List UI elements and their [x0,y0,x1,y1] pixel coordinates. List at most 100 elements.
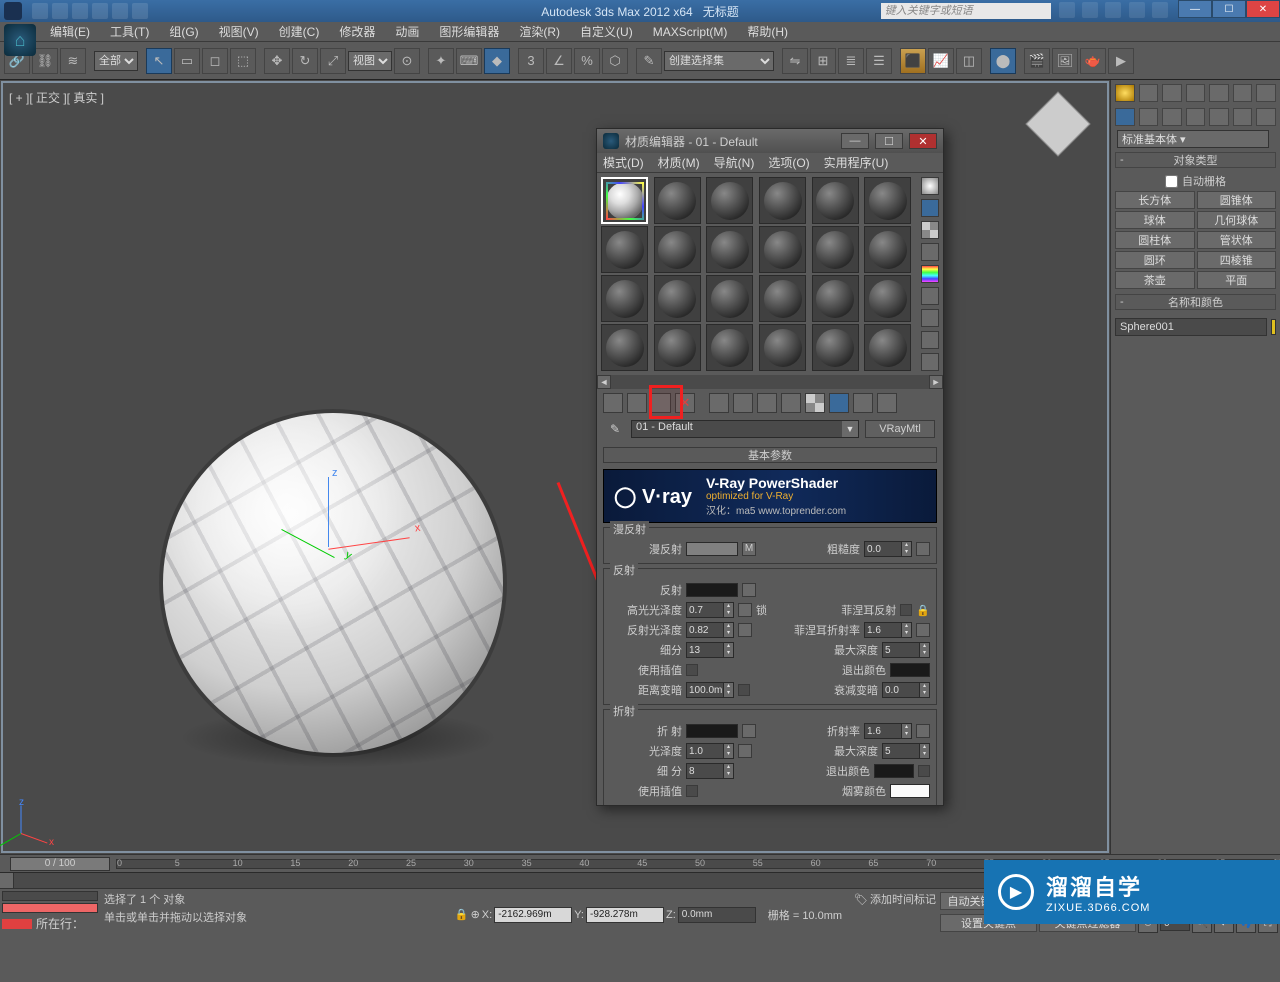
render-prod-icon[interactable]: 🫖 [1080,48,1106,74]
material-slot-11[interactable] [812,226,859,273]
time-slider[interactable]: 0 / 100 [10,857,110,871]
search-icon[interactable] [1059,2,1075,18]
utilities-tab-icon[interactable] [1233,84,1253,102]
y-coord-input[interactable]: -928.278m [586,907,664,923]
put-to-library-icon[interactable] [757,393,777,413]
get-material-icon[interactable] [603,393,623,413]
hammer-tab-icon[interactable] [1256,84,1276,102]
fresnel-ior-map-button[interactable] [916,623,930,637]
dim-dist-spinner[interactable]: 100.0m▴▾ [686,682,734,698]
maximize-button[interactable]: ☐ [1212,0,1246,18]
reflect-map-button[interactable] [742,583,756,597]
menu-customize[interactable]: 自定义(U) [570,23,643,40]
display-tab-icon[interactable] [1209,84,1229,102]
refr-interp-checkbox[interactable] [686,785,698,797]
show-in-viewport-icon[interactable] [805,393,825,413]
refl-gloss-map-button[interactable] [738,623,752,637]
viewcube[interactable] [1023,89,1093,159]
named-selection-dropdown[interactable]: 创建选择集 [664,51,774,71]
me-close-button[interactable]: ✕ [909,133,937,149]
menu-help[interactable]: 帮助(H) [737,23,798,40]
slot-scroll-left[interactable]: ◄ [597,375,611,389]
material-slot-1[interactable] [601,177,648,224]
me-minimize-button[interactable]: — [841,133,869,149]
cone-button[interactable]: 圆锥体 [1197,191,1277,209]
material-slot-22[interactable] [759,324,806,371]
me-menu-material[interactable]: 材质(M) [658,154,700,171]
fog-color-swatch[interactable] [890,784,930,798]
material-slot-18[interactable] [864,275,911,322]
material-slot-13[interactable] [601,275,648,322]
abs-mode-icon[interactable]: ⊕ [471,908,480,921]
fresnel-lock-icon[interactable]: 🔒 [916,604,930,617]
material-name-dropdown[interactable]: 01 - Default▼ [631,420,859,438]
add-time-tag-label[interactable]: 添加时间标记 [870,891,936,907]
percent-snap-icon[interactable]: % [574,48,600,74]
modify-tab-icon[interactable] [1139,84,1159,102]
sample-type-icon[interactable] [921,177,939,195]
material-slot-6[interactable] [864,177,911,224]
sample-uv-icon[interactable] [921,243,939,261]
video-color-icon[interactable] [921,265,939,283]
material-editor-window[interactable]: 材质编辑器 - 01 - Default — ☐ ✕ 模式(D) 材质(M) 导… [596,128,944,806]
refract-color-swatch[interactable] [686,724,738,738]
snap-3-icon[interactable]: 3 [518,48,544,74]
signin-icon[interactable] [1082,2,1098,18]
minimize-button[interactable]: — [1178,0,1212,18]
material-slot-17[interactable] [812,275,859,322]
hilight-gloss-spinner[interactable]: 0.7▴▾ [686,602,734,618]
fresnel-checkbox[interactable] [900,604,912,616]
selection-filter-dropdown[interactable]: 全部 [94,51,138,71]
exit-color-swatch[interactable] [890,663,930,677]
helpers-cat-icon[interactable] [1209,108,1229,126]
motion-tab-icon[interactable] [1186,84,1206,102]
lights-cat-icon[interactable] [1162,108,1182,126]
spacewarps-cat-icon[interactable] [1233,108,1253,126]
ior-spinner[interactable]: 1.6▴▾ [864,723,912,739]
app-menu-button[interactable]: ⌂ [4,24,36,56]
sphere-button[interactable]: 球体 [1115,211,1195,229]
teapot-button[interactable]: 茶壶 [1115,271,1195,289]
bind-icon[interactable]: ≋ [60,48,86,74]
tb-save-icon[interactable] [72,3,88,19]
shapes-cat-icon[interactable] [1139,108,1159,126]
material-slot-19[interactable] [601,324,648,371]
diffuse-color-swatch[interactable] [686,542,738,556]
favorite-icon[interactable] [1129,2,1145,18]
material-slot-15[interactable] [706,275,753,322]
graphite-icon[interactable]: ⬛ [900,48,926,74]
go-forward-icon[interactable] [877,393,897,413]
select-tool[interactable]: ↖ [146,48,172,74]
name-color-rollout[interactable]: -名称和颜色 [1115,294,1276,310]
render-last-icon[interactable]: ▶ [1108,48,1134,74]
object-type-rollout[interactable]: -对象类型 [1115,152,1276,168]
options-icon[interactable] [921,309,939,327]
rotate-tool[interactable]: ↻ [292,48,318,74]
plane-button[interactable]: 平面 [1197,271,1277,289]
cylinder-button[interactable]: 圆柱体 [1115,231,1195,249]
make-preview-icon[interactable] [921,287,939,305]
sphere-object[interactable] [163,413,503,753]
me-menu-navigate[interactable]: 导航(N) [714,154,755,171]
ref-coord-dropdown[interactable]: 视图 [348,51,392,71]
me-menu-utilities[interactable]: 实用程序(U) [824,154,889,171]
fresnel-ior-spinner[interactable]: 1.6▴▾ [864,622,912,638]
select-by-mat-icon[interactable] [921,331,939,349]
cameras-cat-icon[interactable] [1186,108,1206,126]
me-menu-mode[interactable]: 模式(D) [603,154,644,171]
tb-more-icon[interactable] [132,3,148,19]
curve-editor-icon[interactable]: 📈 [928,48,954,74]
select-name-icon[interactable]: ▭ [174,48,200,74]
render-setup-icon[interactable]: 🎬 [1024,48,1050,74]
geometry-cat-icon[interactable] [1115,108,1135,126]
pyramid-button[interactable]: 四棱锥 [1197,251,1277,269]
select-window-icon[interactable]: ⬚ [230,48,256,74]
material-slot-16[interactable] [759,275,806,322]
basic-params-rollout[interactable]: 基本参数 [603,447,937,463]
tb-open-icon[interactable] [52,3,68,19]
pivot-icon[interactable]: ⊙ [394,48,420,74]
time-tag-icon[interactable]: 🏷 [854,893,868,906]
refr-exit-checkbox[interactable] [918,765,930,777]
material-slot-8[interactable] [654,226,701,273]
menu-modifiers[interactable]: 修改器 [329,23,385,40]
